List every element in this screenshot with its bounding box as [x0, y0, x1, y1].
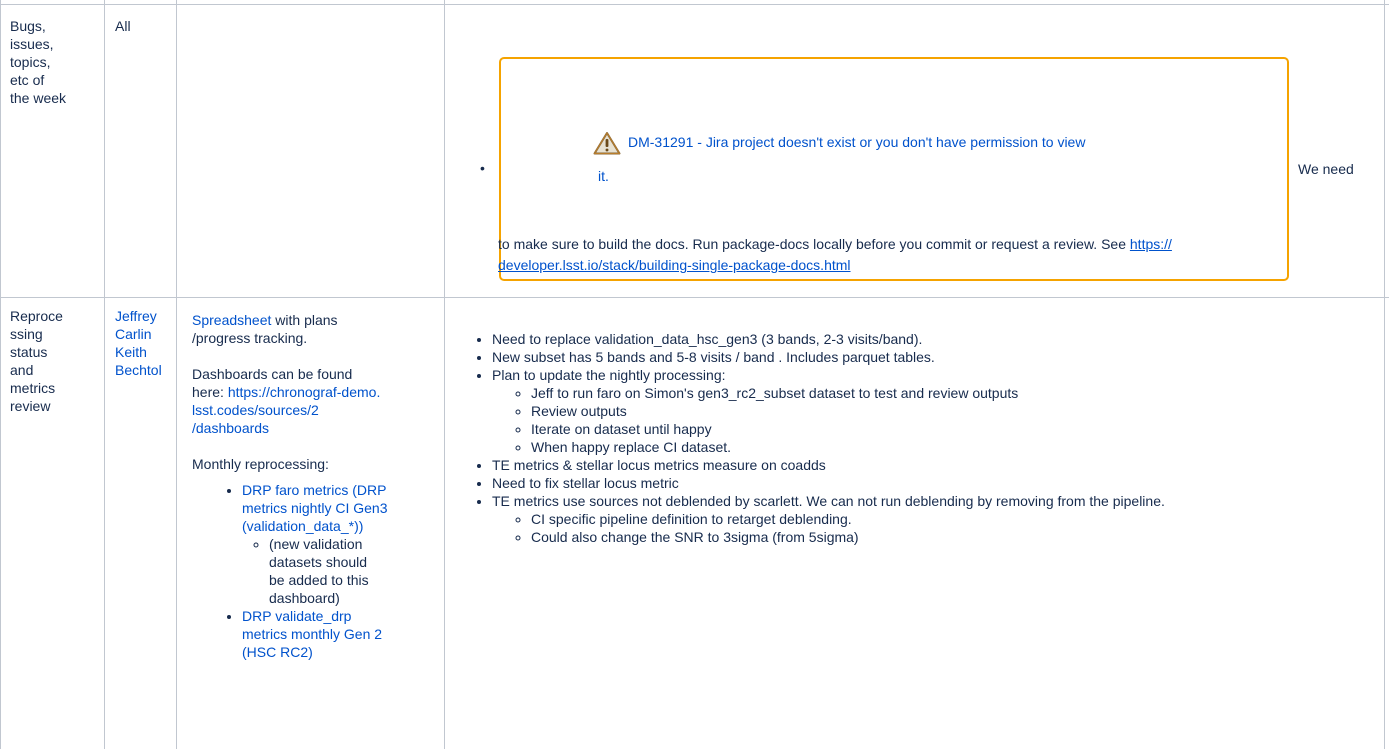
dashboards-link-part3[interactable]: /dashboards — [192, 420, 269, 436]
sub-list-item: CI specific pipeline definition to retar… — [531, 510, 1380, 528]
topic-line: ssing — [10, 326, 43, 342]
user-mention-keith-bechtol[interactable]: Keith Bechtol — [115, 343, 175, 379]
we-need-text: We need — [1298, 161, 1354, 177]
dashboards-link-part2[interactable]: lsst.codes/sources/2 — [192, 402, 319, 418]
dashboards-prefix: here: — [192, 384, 228, 400]
topic-line: topics, — [10, 54, 51, 70]
docs-link-part2: developer.lsst.io/stack/building-single-… — [498, 257, 851, 273]
mention-line: Keith — [115, 344, 147, 360]
user-mention-jeffrey-carlin[interactable]: Jeffrey Carlin — [115, 307, 175, 343]
dashboards-line2: here: https://chronograf-demo. — [192, 383, 442, 401]
link-line: DRP validate_drp — [242, 608, 352, 624]
spreadsheet-line-2: /progress tracking. — [192, 330, 308, 346]
list-bullet: • — [480, 160, 485, 176]
row2-discussion: Need to replace validation_data_hsc_gen3… — [455, 330, 1380, 546]
sub-line: datasets should — [269, 554, 368, 570]
topic-line: status — [10, 344, 48, 360]
validate-drp-dashboard-link[interactable]: DRP validate_drp metrics monthly Gen 2 (… — [242, 608, 382, 660]
list-item: TE metrics & stellar locus metrics measu… — [492, 456, 1380, 474]
mention-line: Jeffrey — [115, 308, 157, 324]
dashboards-line4: /dashboards — [192, 419, 442, 437]
row-divider — [0, 297, 1389, 298]
sub-list-item: (new validation datasets should be added… — [269, 535, 442, 607]
warning-triangle-icon — [593, 132, 621, 155]
topic-line: etc of — [10, 72, 45, 88]
monthly-heading: Monthly reprocessing: — [192, 456, 329, 472]
docs-link-part1: https:// — [1129, 236, 1172, 252]
mention-line: Bechtol — [115, 362, 162, 378]
dashboards-line3: lsst.codes/sources/2 — [192, 401, 442, 419]
discussion-list: Need to replace validation_data_hsc_gen3… — [455, 330, 1380, 546]
jira-issue-link[interactable]: DM-31291 — [628, 134, 693, 150]
jira-message-line1: DM-31291 - Jira project doesn't exist or… — [628, 134, 1085, 150]
topic-line: the week — [10, 90, 67, 106]
sub-list-item: Jeff to run faro on Simon's gen3_rc2_sub… — [531, 384, 1380, 402]
topic-line: issues, — [10, 36, 54, 52]
list-item: Need to replace validation_data_hsc_gen3… — [492, 330, 1380, 348]
topic-line: and — [10, 362, 34, 378]
link-line: (HSC RC2) — [242, 644, 313, 660]
sub-line: (new validation — [269, 536, 363, 552]
col-border-3 — [444, 0, 445, 749]
col-border-0 — [0, 0, 1, 749]
link-line: DRP faro metrics (DRP — [242, 482, 387, 498]
jira-message-line2: it. — [598, 168, 609, 184]
docs-note: to make sure to build the docs. Run pack… — [498, 234, 1358, 276]
row1-who: All — [115, 18, 131, 34]
topic-line: metrics — [10, 380, 56, 396]
list-item-text: TE metrics use sources not deblended by … — [492, 493, 1165, 509]
link-line: (validation_data_*)) — [242, 518, 364, 534]
link-line: metrics monthly Gen 2 — [242, 626, 383, 642]
spreadsheet-link[interactable]: Spreadsheet — [192, 312, 271, 328]
sub-list-item: Review outputs — [531, 402, 1380, 420]
link-line: metrics nightly CI Gen3 — [242, 500, 388, 516]
list-item-text: Plan to update the nightly processing: — [492, 367, 726, 383]
sub-list: CI specific pipeline definition to retar… — [492, 510, 1380, 546]
dashboards-line1: Dashboards can be found — [192, 366, 353, 382]
spreadsheet-after: with plans — [271, 312, 338, 328]
faro-dashboard-link[interactable]: DRP faro metrics (DRP metrics nightly CI… — [242, 482, 388, 534]
sub-list-item: Could also change the SNR to 3sigma (fro… — [531, 528, 1380, 546]
docs-note-text: to make sure to build the docs. Run pack… — [498, 236, 1130, 252]
list-item: DRP validate_drp metrics monthly Gen 2 (… — [242, 607, 442, 661]
row2-notes: Spreadsheet with plans /progress trackin… — [192, 311, 442, 661]
sub-list: Jeff to run faro on Simon's gen3_rc2_sub… — [492, 384, 1380, 456]
sub-list-item: When happy replace CI dataset. — [531, 438, 1380, 456]
spreadsheet-line: Spreadsheet with plans — [192, 311, 442, 329]
sub-list-item: Iterate on dataset until happy — [531, 420, 1380, 438]
sub-line: be added to this — [269, 572, 369, 588]
list-item: Need to fix stellar locus metric — [492, 474, 1380, 492]
table-top-border — [0, 4, 1389, 5]
row2-topic: Reproce ssing status and metrics review — [10, 307, 100, 415]
row1-topic: Bugs, issues, topics, etc of the week — [10, 17, 100, 107]
col-border-2 — [176, 0, 177, 749]
col-border-1 — [104, 0, 105, 749]
jira-message-text: - Jira project doesn't exist or you don'… — [693, 134, 1086, 150]
list-item: Plan to update the nightly processing: J… — [492, 366, 1380, 456]
sub-list: (new validation datasets should be added… — [242, 535, 442, 607]
col-border-4 — [1384, 0, 1385, 749]
dashboards-link-part1[interactable]: https://chronograf-demo. — [228, 384, 381, 400]
list-item: DRP faro metrics (DRP metrics nightly CI… — [242, 481, 442, 607]
topic-line: Reproce — [10, 308, 63, 324]
row2-who: Jeffrey Carlin Keith Bechtol — [115, 307, 175, 379]
mention-line: Carlin — [115, 326, 152, 342]
list-item: TE metrics use sources not deblended by … — [492, 492, 1380, 546]
sub-line: dashboard) — [269, 590, 340, 606]
list-item: New subset has 5 bands and 5-8 visits / … — [492, 348, 1380, 366]
topic-line: review — [10, 398, 51, 414]
monthly-list: DRP faro metrics (DRP metrics nightly CI… — [192, 481, 442, 661]
topic-line: Bugs, — [10, 18, 46, 34]
